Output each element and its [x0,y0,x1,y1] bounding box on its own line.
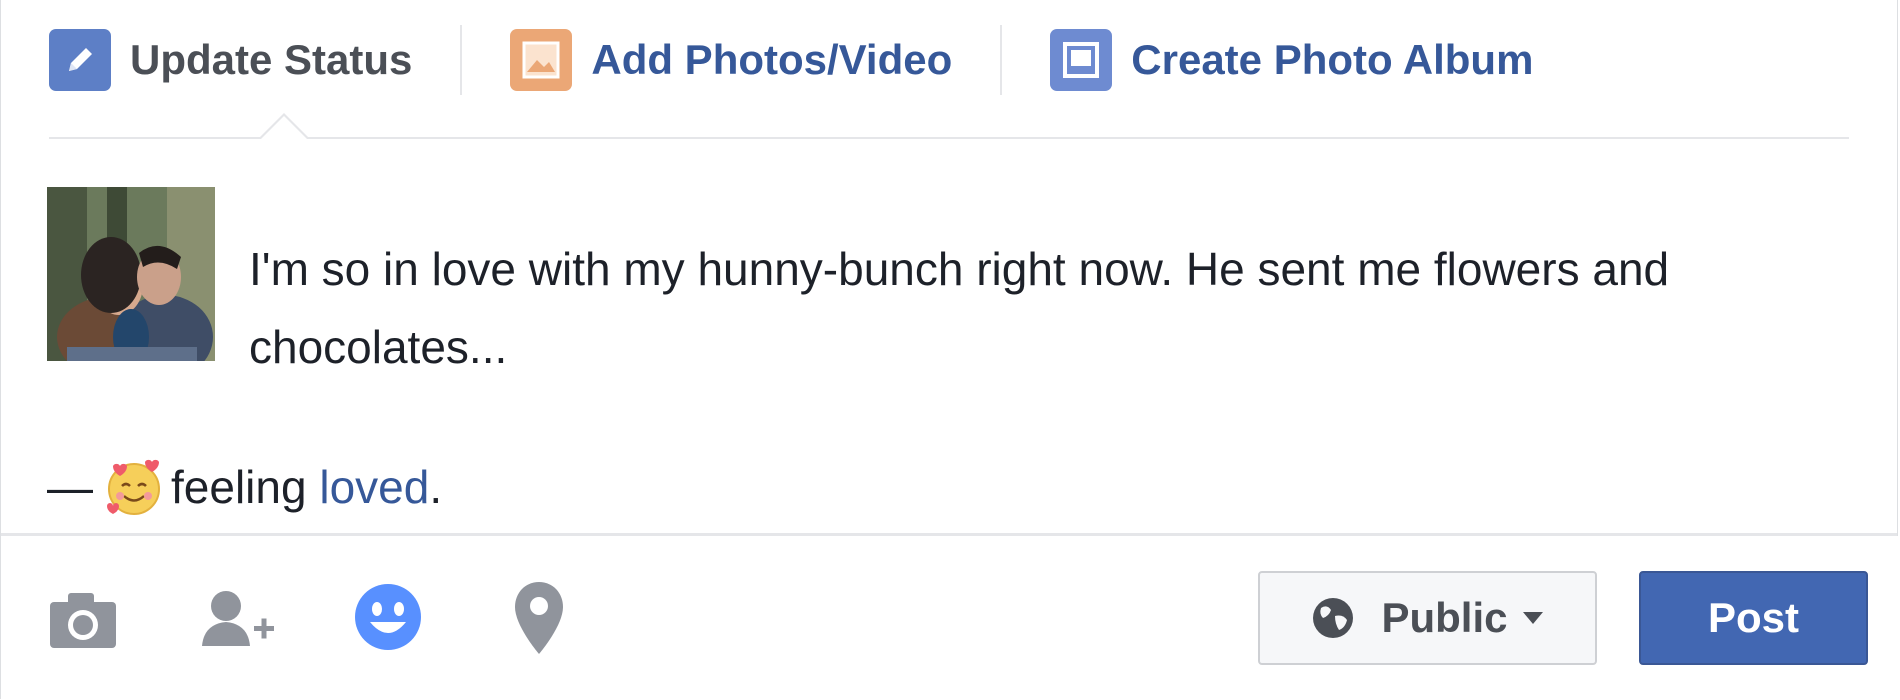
audience-selector-button[interactable]: Public [1258,571,1597,665]
feeling-icon[interactable] [353,582,423,657]
tab-add-photos-label: Add Photos/Video [591,35,953,83]
tag-friends-icon[interactable] [196,584,278,659]
camera-icon[interactable] [48,588,118,655]
audience-label: Public [1381,594,1508,641]
feeling-dash: — [47,461,93,513]
feeling-label: feeling [171,461,307,513]
tab-create-album[interactable]: Create Photo Album [1050,28,1534,91]
tabs-divider-line [49,137,1849,139]
pencil-icon [49,28,111,91]
globe-icon [1311,596,1355,640]
feeling-period: . [429,461,443,513]
status-composer: Update Status Add Photos/Video Create Ph… [0,0,1899,699]
post-text[interactable]: I'm so in love with my hunny-bunch right… [249,230,1869,386]
photo-icon [510,28,573,91]
tab-create-album-label: Create Photo Album [1131,35,1534,83]
album-icon [1050,28,1113,91]
tab-divider [460,24,463,95]
feeling-value-link[interactable]: loved [319,460,429,514]
loved-emoji-icon [105,456,163,518]
composer-tabs: Update Status Add Photos/Video Create Ph… [49,22,1849,97]
tab-divider [1000,24,1003,95]
avatar [47,187,215,361]
chevron-down-icon [1522,611,1544,625]
tab-update-status[interactable]: Update Status [49,28,413,91]
location-pin-icon[interactable] [513,580,565,661]
post-button[interactable]: Post [1639,571,1868,665]
feeling-line: — feeling loved. [47,452,442,522]
tab-update-status-label: Update Status [130,35,413,83]
composer-footer [1,536,1899,699]
tab-add-photos[interactable]: Add Photos/Video [510,28,953,91]
